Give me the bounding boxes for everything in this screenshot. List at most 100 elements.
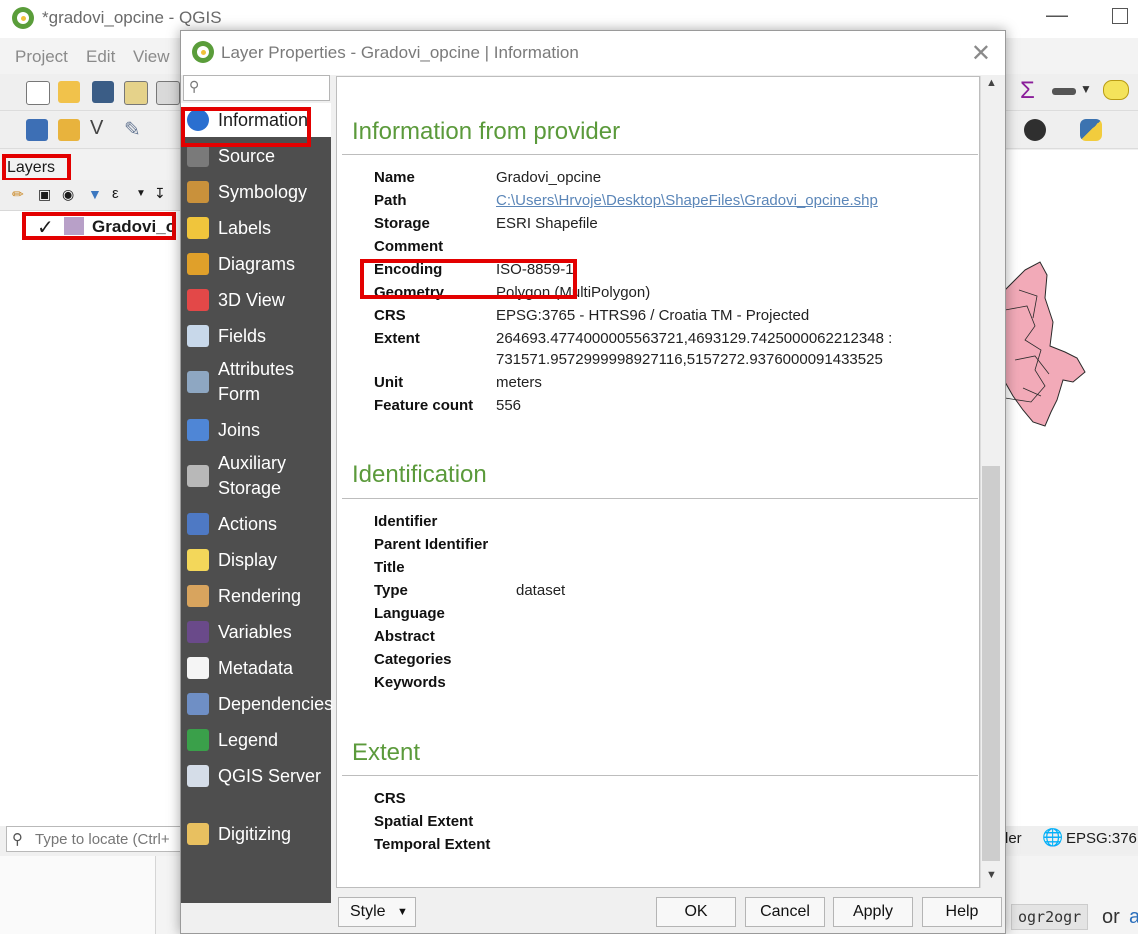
filter-icon[interactable]: ▼	[88, 186, 102, 202]
save-as-icon[interactable]	[124, 81, 148, 105]
cancel-button[interactable]: Cancel	[745, 897, 825, 927]
field-label: Language	[374, 605, 445, 622]
field-label: Path	[374, 192, 407, 209]
source-icon	[187, 145, 209, 167]
style-dropdown-button[interactable]: Style ▼	[338, 897, 416, 927]
nav-item-qgis-server[interactable]: QGIS Server	[181, 759, 331, 793]
minimize-icon[interactable]: —	[1046, 2, 1068, 28]
nav-item-attributes-form[interactable]: Attributes Form	[181, 355, 331, 409]
locator-placeholder: Type to locate (Ctrl+	[35, 831, 170, 848]
nav-item-label: Rendering	[218, 585, 302, 606]
nav-item-display[interactable]: Display	[181, 543, 331, 577]
main-window-title: *gradovi_opcine - QGIS	[42, 8, 222, 27]
new-vector-layer-icon[interactable]: V	[90, 117, 103, 140]
print-layout-icon[interactable]	[156, 81, 180, 105]
python-console-icon[interactable]	[1080, 119, 1102, 141]
scroll-down-icon[interactable]: ▼	[986, 869, 997, 881]
nav-item-variables[interactable]: Variables	[181, 615, 331, 649]
nav-item-actions[interactable]: Actions	[181, 507, 331, 541]
add-group-icon[interactable]: ▣	[38, 186, 51, 203]
new-project-icon[interactable]	[26, 81, 50, 105]
section-divider	[342, 498, 978, 499]
rendering-icon	[187, 585, 209, 607]
layer-properties-dialog: Layer Properties - Gradovi_opcine | Info…	[180, 30, 1006, 934]
nav-item-auxiliary-storage[interactable]: Auxiliary Storage	[181, 449, 331, 503]
scroll-thumb[interactable]	[982, 466, 1000, 861]
digitize-pen-icon[interactable]: ✎	[124, 117, 141, 142]
below-link[interactable]: a	[1129, 906, 1138, 929]
dependencies-icon	[187, 693, 209, 715]
field-value: 731571.9572999998927116,5157272.93760000…	[496, 351, 883, 368]
plugin-globe-icon[interactable]	[1024, 119, 1046, 141]
nav-item-labels[interactable]: Labels	[181, 211, 331, 245]
nav-item-diagrams[interactable]: Diagrams	[181, 247, 331, 281]
metadata-icon	[187, 657, 209, 679]
field-label: Name	[374, 169, 415, 186]
nav-item-label: Joins	[218, 419, 261, 440]
nav-item-3d-view[interactable]: 3D View	[181, 283, 331, 317]
scroll-up-icon[interactable]: ▲	[986, 77, 997, 89]
nav-item-metadata[interactable]: Metadata	[181, 651, 331, 685]
nav-item-dependencies[interactable]: Dependencies	[181, 687, 333, 721]
menu-view[interactable]: View	[133, 47, 170, 67]
menu-project[interactable]: Project	[15, 47, 68, 67]
legend-icon	[187, 729, 209, 751]
crs-globe-icon[interactable]: 🌐	[1042, 828, 1063, 848]
qgis-logo-icon	[12, 7, 34, 29]
apply-button[interactable]: Apply	[833, 897, 913, 927]
field-label: Categories	[374, 651, 452, 668]
field-label: Identifier	[374, 513, 438, 530]
field-label: Title	[374, 559, 405, 576]
save-project-icon[interactable]	[92, 81, 114, 103]
dialog-qgis-logo-icon	[192, 41, 214, 63]
status-left-text: ler	[1005, 830, 1022, 847]
nav-item-label: Diagrams	[218, 253, 296, 274]
properties-nav: Information Source Symbology Labels Diagrams…	[181, 103, 333, 903]
nav-item-label: Digitizing	[218, 823, 292, 844]
highlight-layers-title	[2, 154, 71, 182]
nav-item-rendering[interactable]: Rendering	[181, 579, 331, 613]
open-project-icon[interactable]	[58, 81, 80, 103]
nav-item-fields[interactable]: Fields	[181, 319, 331, 353]
new-geopackage-icon[interactable]	[58, 119, 80, 141]
information-panel: Information from provider Name Gradovi_opc…	[336, 76, 980, 888]
filter-dropdown-icon[interactable]: ▼	[136, 188, 146, 199]
field-label: CRS	[374, 307, 406, 324]
nav-item-label: Display	[218, 549, 278, 570]
map-canvas[interactable]	[1004, 150, 1138, 826]
visibility-eye-icon[interactable]: ◉	[62, 186, 74, 203]
nav-item-joins[interactable]: Joins	[181, 413, 331, 447]
nav-item-digitizing[interactable]: Digitizing	[181, 817, 331, 851]
ok-button[interactable]: OK	[656, 897, 736, 927]
dialog-title: Layer Properties - Gradovi_opcine | Info…	[221, 43, 579, 62]
status-crs[interactable]: EPSG:376	[1066, 830, 1137, 847]
data-source-manager-icon[interactable]	[26, 119, 48, 141]
menu-edit[interactable]: Edit	[86, 47, 115, 67]
ogr2ogr-code: ogr2ogr	[1011, 904, 1089, 930]
nav-item-legend[interactable]: Legend	[181, 723, 331, 757]
field-label: Type	[374, 582, 408, 599]
nav-item-symbology[interactable]: Symbology	[181, 175, 331, 209]
expand-all-icon[interactable]: ↧	[154, 185, 166, 202]
filter-expression-icon[interactable]: ε	[112, 185, 119, 202]
locator-bar[interactable]: ⚲ Type to locate (Ctrl+	[6, 826, 186, 852]
field-value: 264693.4774000005563721,4693129.74250000…	[496, 330, 893, 347]
section-heading-extent: Extent	[352, 739, 421, 766]
style-brush-icon[interactable]: ✏	[12, 186, 24, 203]
measure-dropdown-icon[interactable]: ▼	[1080, 82, 1092, 96]
dialog-search-input[interactable]: ⚲	[183, 75, 330, 101]
nav-item-label: Attributes Form	[218, 359, 295, 404]
maximize-icon[interactable]	[1112, 8, 1128, 24]
field-label: Unit	[374, 374, 404, 391]
path-link[interactable]: C:\Users\Hrvoje\Desktop\ShapeFiles\Grado…	[496, 192, 878, 209]
sum-statistics-icon[interactable]: Σ	[1020, 77, 1035, 105]
measure-icon[interactable]	[1052, 88, 1076, 95]
3d-view-icon	[187, 289, 209, 311]
field-value: dataset	[516, 582, 566, 599]
joins-icon	[187, 419, 209, 441]
field-label: Spatial Extent	[374, 813, 474, 830]
close-icon[interactable]: ✕	[971, 39, 991, 68]
map-tips-icon[interactable]	[1103, 80, 1129, 100]
field-value: ESRI Shapefile	[496, 215, 598, 232]
help-button[interactable]: Help	[922, 897, 1002, 927]
